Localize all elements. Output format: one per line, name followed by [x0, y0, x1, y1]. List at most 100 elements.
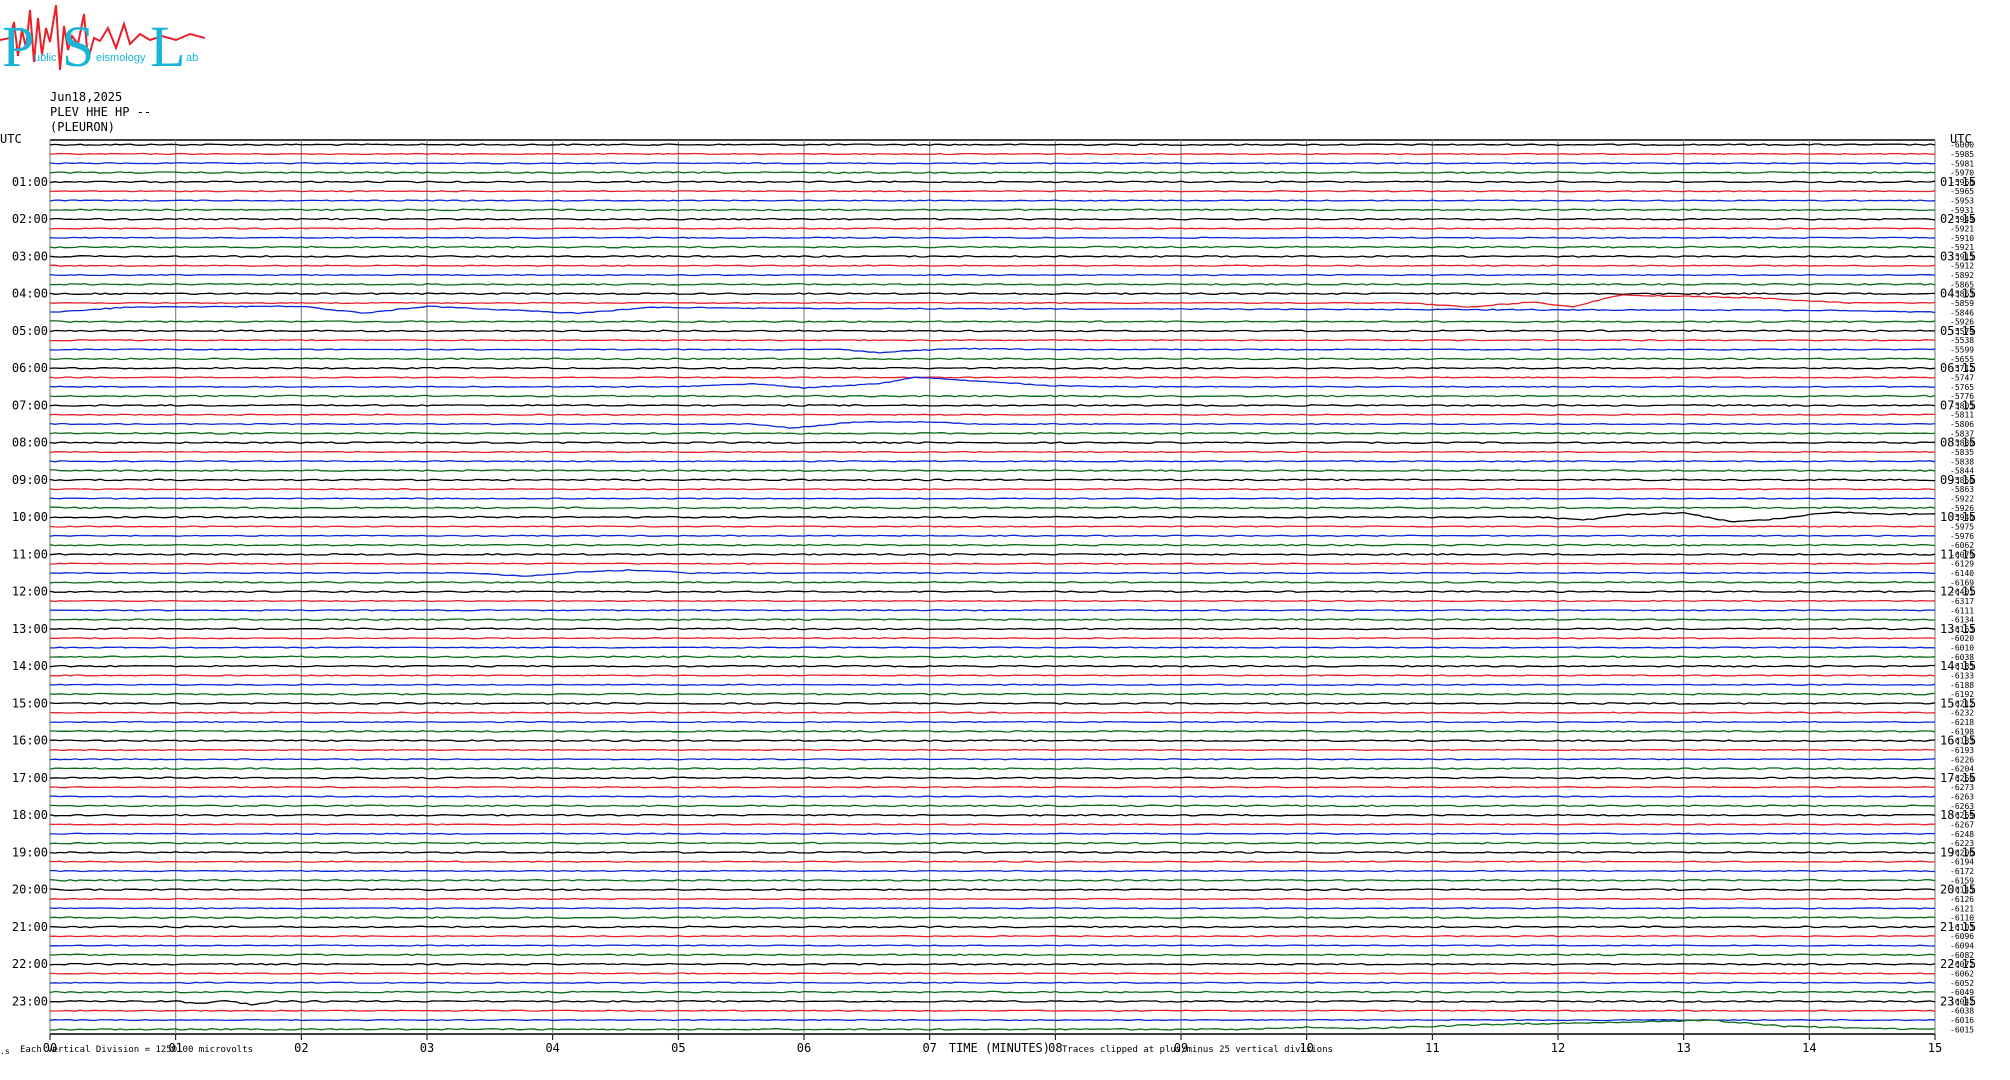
left-hour-label: 01:00 — [12, 175, 48, 189]
trace-line — [49, 273, 1936, 277]
left-hour-label: 04:00 — [12, 287, 48, 301]
trace-line — [49, 907, 1935, 910]
trace-line — [49, 972, 1936, 975]
trace-line — [49, 655, 1936, 659]
trace-line — [49, 720, 1936, 724]
trace-line — [49, 217, 1936, 221]
left-hour-label: 12:00 — [12, 585, 48, 599]
trace-line — [49, 609, 1936, 612]
trace-offset-label: -6016 — [1950, 1016, 1974, 1025]
trace-line — [49, 525, 1936, 528]
trace-line — [49, 199, 1936, 202]
right-hour-label: 18:15 — [1940, 808, 1976, 822]
trace-offset-label: -6094 — [1950, 942, 1974, 951]
x-tick-label: 14 — [1802, 1041, 1816, 1055]
left-hour-label: 06:00 — [12, 361, 48, 375]
trace-line — [49, 944, 1935, 947]
x-tick-label: 08 — [1048, 1041, 1062, 1055]
trace-line — [49, 664, 1935, 668]
trace-line — [49, 841, 1936, 845]
trace-line — [49, 245, 1936, 249]
trace-line — [49, 227, 1936, 230]
trace-offset-label: -6010 — [1950, 644, 1974, 653]
trace-line — [49, 357, 1936, 361]
trace-line — [49, 431, 1936, 435]
right-hour-label: 19:15 — [1940, 845, 1976, 859]
right-hour-label: 16:15 — [1940, 734, 1976, 748]
x-axis-title: TIME (MINUTES) — [949, 1041, 1050, 1055]
trace-line — [50, 320, 1936, 323]
trace-line — [50, 506, 1936, 510]
x-tick-label: 06 — [797, 1041, 811, 1055]
trace-line — [49, 553, 1936, 556]
trace-line — [49, 511, 1936, 523]
right-hour-label: 13:15 — [1940, 622, 1976, 636]
x-tick-label: 02 — [294, 1041, 308, 1055]
trace-line — [50, 1009, 1936, 1012]
right-hour-label: 10:15 — [1940, 510, 1976, 524]
corner-mark: .s — [0, 1047, 10, 1056]
right-hour-label: 07:15 — [1940, 398, 1976, 412]
left-hour-label: 23:00 — [12, 994, 48, 1008]
trace-line — [49, 627, 1936, 631]
scale-note: Each Vertical Division = 1250.00 microvo… — [20, 1045, 253, 1055]
trace-line — [49, 282, 1936, 286]
trace-line — [50, 683, 1936, 686]
trace-line — [49, 878, 1936, 882]
trace-offset-label: -5981 — [1950, 159, 1974, 168]
trace-line — [49, 413, 1935, 416]
trace-line — [49, 767, 1936, 770]
trace-line — [49, 264, 1936, 267]
left-hour-label: 11:00 — [12, 547, 48, 561]
trace-line — [49, 869, 1936, 873]
trace-line — [50, 795, 1936, 798]
trace-offset-label: -5922 — [1950, 495, 1974, 504]
left-hour-label: 14:00 — [12, 659, 48, 673]
right-hour-label: 02:15 — [1940, 212, 1976, 226]
trace-line — [49, 460, 1936, 463]
right-hour-label: 09:15 — [1940, 473, 1976, 487]
trace-line — [49, 404, 1936, 407]
trace-line — [50, 339, 1936, 342]
trace-line — [49, 748, 1936, 752]
trace-offset-label: -6140 — [1950, 569, 1974, 578]
trace-offset-label: -6188 — [1950, 681, 1974, 690]
trace-line — [49, 851, 1936, 854]
trace-line — [49, 376, 1936, 379]
left-hour-label: 19:00 — [12, 845, 48, 859]
trace-line — [49, 702, 1936, 705]
trace-line — [49, 347, 1936, 354]
trace-offset-label: -5765 — [1950, 383, 1974, 392]
trace-line — [49, 925, 1935, 929]
trace-line — [49, 180, 1936, 184]
trace-line — [49, 739, 1936, 743]
trace-line — [49, 441, 1936, 445]
left-hour-label: 16:00 — [12, 734, 48, 748]
trace-line — [49, 1018, 1936, 1022]
trace-line — [50, 729, 1936, 733]
trace-line — [49, 478, 1936, 482]
trace-offset-label: -6226 — [1950, 755, 1974, 764]
right-hour-label: 21:15 — [1940, 920, 1976, 934]
trace-line — [49, 897, 1935, 901]
left-utc-label: UTC — [0, 132, 22, 146]
trace-line — [49, 888, 1936, 891]
trace-line — [49, 758, 1936, 761]
trace-line — [49, 776, 1936, 780]
x-tick-label: 13 — [1676, 1041, 1690, 1055]
right-hour-label: 22:15 — [1940, 957, 1976, 971]
clip-note: Traces clipped at plus/minus 25 vertical… — [1062, 1045, 1333, 1055]
trace-line — [49, 292, 1936, 295]
trace-offset-label: -5806 — [1950, 420, 1974, 429]
trace-line — [49, 420, 1936, 429]
trace-line — [49, 294, 1936, 308]
trace-line — [49, 580, 1936, 584]
right-utc-label: UTC — [1950, 132, 1972, 146]
trace-line — [49, 711, 1936, 714]
x-tick-label: 03 — [420, 1041, 434, 1055]
trace-line — [49, 646, 1936, 649]
trace-offset-label: -6052 — [1950, 979, 1974, 988]
trace-offset-label: -5892 — [1950, 271, 1974, 280]
left-hour-label: 07:00 — [12, 398, 48, 412]
right-hour-label: 20:15 — [1940, 883, 1976, 897]
